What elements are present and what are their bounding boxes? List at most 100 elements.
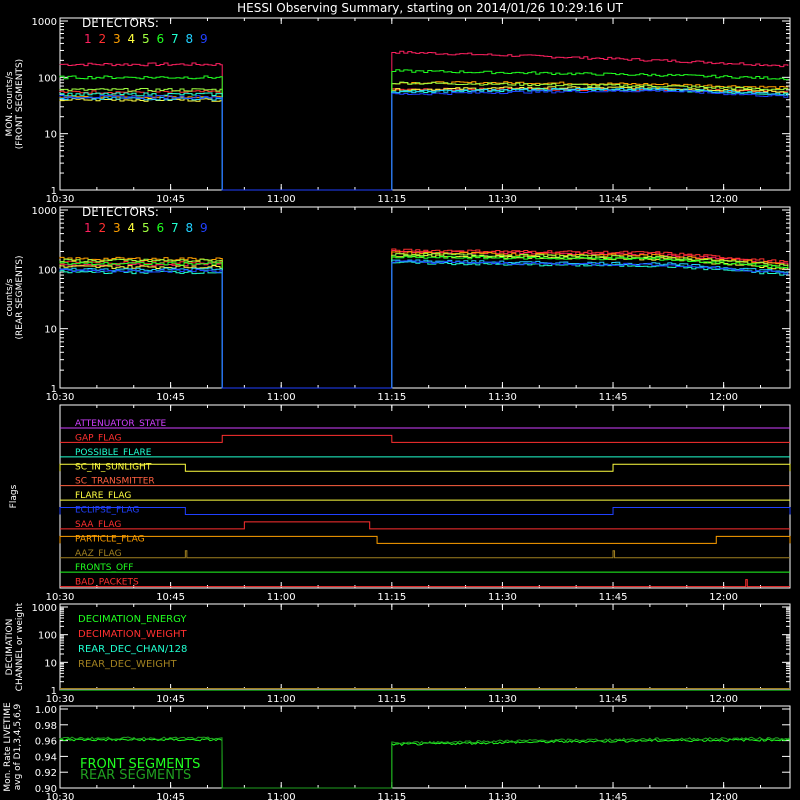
flag-label-aaz_flag: AAZ_FLAG — [75, 549, 122, 559]
series-line-front-det-6 — [59, 69, 789, 191]
series-line-rear-det-7 — [59, 261, 789, 389]
y-tick-label: 1 — [51, 186, 57, 197]
series-line-front-det-9 — [59, 89, 789, 191]
legend-entry-3: 3 — [113, 32, 121, 46]
series-line-front-det-7 — [59, 88, 789, 191]
x-tick-label: 11:15 — [377, 792, 406, 800]
x-tick-label: 11:30 — [488, 194, 517, 205]
y-tick-label: 1 — [51, 686, 57, 697]
legend-entry-2: 2 — [99, 221, 107, 235]
x-tick-label: 11:30 — [488, 792, 517, 800]
x-tick-label: 11:15 — [377, 694, 406, 705]
legend-entry-6: 6 — [157, 221, 165, 235]
legend-entry-6: 6 — [157, 32, 165, 46]
flag-label-gap_flag: GAP_FLAG — [75, 433, 121, 443]
x-tick-label: 11:45 — [599, 792, 628, 800]
flag-label-possible_flare: POSSIBLE_FLARE — [75, 448, 152, 458]
y-tick-label: 1000 — [32, 206, 57, 217]
x-tick-label: 11:30 — [488, 592, 517, 603]
legend-entry-5: 5 — [142, 221, 150, 235]
panel-frame-front — [59, 17, 791, 191]
livetime-legend-rear-segments: REAR SEGMENTS — [80, 768, 191, 783]
series-line-rear-det-9 — [59, 260, 789, 389]
series-line-rear-det-4 — [59, 254, 789, 389]
y-tick-label: 0.96 — [35, 737, 57, 748]
y-tick-label: 0.92 — [35, 768, 57, 779]
x-tick-label: 11:00 — [267, 592, 296, 603]
series-line-front-det-5 — [59, 81, 789, 191]
y-tick-label: 10 — [44, 658, 57, 669]
series-line-rear-det-6 — [59, 255, 789, 389]
flag-label-particle_flag: PARTICLE_FLAG — [75, 534, 145, 544]
x-tick-label: 11:00 — [267, 694, 296, 705]
flag-line-sc_in_sunlight — [59, 463, 791, 472]
y-axis-label: Mon. Rate LIVETIME — [3, 702, 13, 792]
legend-entry-1: 1 — [84, 221, 92, 235]
y-axis-label: CHANNEL or weight — [15, 602, 25, 691]
y-tick-label: 100 — [38, 73, 57, 84]
legend-entry-4: 4 — [128, 221, 136, 235]
x-tick-label: 10:45 — [156, 694, 185, 705]
x-tick-label: 11:45 — [599, 694, 628, 705]
x-tick-label: 10:45 — [156, 392, 185, 403]
flag-label-sc_transmitter: SC_TRANSMITTER — [75, 477, 155, 487]
legend-entry-1: 1 — [84, 32, 92, 46]
decimation-legend-decimation-weight: DECIMATION_WEIGHT — [78, 629, 187, 640]
x-tick-label: 11:45 — [599, 392, 628, 403]
legend-entry-4: 4 — [128, 32, 136, 46]
panel-frame-flags — [59, 404, 791, 589]
x-tick-label: 12:00 — [709, 694, 738, 705]
flag-label-eclipse_flag: ECLIPSE_FLAG — [75, 506, 139, 516]
x-tick-label: 11:00 — [267, 792, 296, 800]
y-tick-label: 0.94 — [35, 752, 57, 763]
series-line-front-det-4 — [59, 86, 788, 191]
x-tick-label: 12:00 — [709, 592, 738, 603]
series-line-front-det-8 — [59, 87, 789, 191]
y-tick-label: 1 — [51, 384, 57, 395]
y-tick-label: 0.98 — [35, 721, 57, 732]
y-tick-label: 10 — [44, 130, 57, 141]
hessi-summary-chart: HESSI Observing Summary, starting on 201… — [3, 1, 791, 800]
flag-label-bad_packets: BAD_PACKETS — [75, 578, 139, 588]
y-axis-label: (FRONT SEGMENTS) — [15, 59, 25, 149]
x-tick-label: 11:00 — [267, 392, 296, 403]
y-tick-label: 10 — [44, 325, 57, 336]
flag-label-saa_flag: SAA_FLAG — [75, 520, 121, 530]
flag-line-saa_flag — [60, 521, 790, 530]
decimation-legend-rear-dec-chan-128: REAR_DEC_CHAN/128 — [78, 644, 187, 655]
flag-line-bad_packets — [60, 579, 790, 588]
y-axis-label: (REAR SEGMENTS) — [15, 255, 25, 339]
y-tick-label: 1000 — [32, 17, 57, 28]
chart-title: HESSI Observing Summary, starting on 201… — [237, 1, 623, 15]
x-tick-label: 11:45 — [599, 194, 628, 205]
legend-title: DETECTORS: — [82, 205, 159, 219]
x-tick-label: 12:00 — [709, 792, 738, 800]
legend-entry-5: 5 — [142, 32, 150, 46]
flag-label-fronts_off: FRONTS_OFF — [75, 563, 133, 573]
legend-entry-7: 7 — [171, 32, 179, 46]
x-tick-label: 11:15 — [377, 592, 406, 603]
legend-entry-9: 9 — [200, 32, 208, 46]
flag-label-flare_flag: FLARE_FLAG — [75, 491, 131, 501]
flag-label-sc_in_sunlight: SC_IN_SUNLIGHT — [75, 462, 152, 472]
y-axis-label: MON. counts/s — [5, 71, 15, 136]
y-axis-label: DECIMATION — [5, 619, 15, 676]
legend-entry-3: 3 — [113, 221, 121, 235]
series-line-front-det-3 — [59, 81, 789, 191]
x-tick-label: 11:30 — [488, 694, 517, 705]
y-axis-label: Flags — [9, 484, 19, 508]
x-tick-label: 11:45 — [599, 592, 628, 603]
legend-entry-2: 2 — [99, 32, 107, 46]
x-tick-label: 10:45 — [156, 592, 185, 603]
y-tick-label: 100 — [38, 631, 57, 642]
x-tick-label: 11:00 — [267, 194, 296, 205]
x-tick-label: 12:00 — [709, 194, 738, 205]
x-tick-label: 12:00 — [709, 392, 738, 403]
legend-entry-9: 9 — [200, 221, 208, 235]
flag-label-attenuator_state: ATTENUATOR_STATE — [75, 419, 167, 429]
flag-line-aaz_flag — [60, 550, 790, 559]
series-line-rear-det-8 — [59, 259, 789, 389]
series-line-rear-det-2 — [59, 248, 789, 389]
decimation-legend-decimation-energy: DECIMATION_ENERGY — [78, 614, 187, 625]
y-tick-label: 1.00 — [35, 705, 57, 716]
